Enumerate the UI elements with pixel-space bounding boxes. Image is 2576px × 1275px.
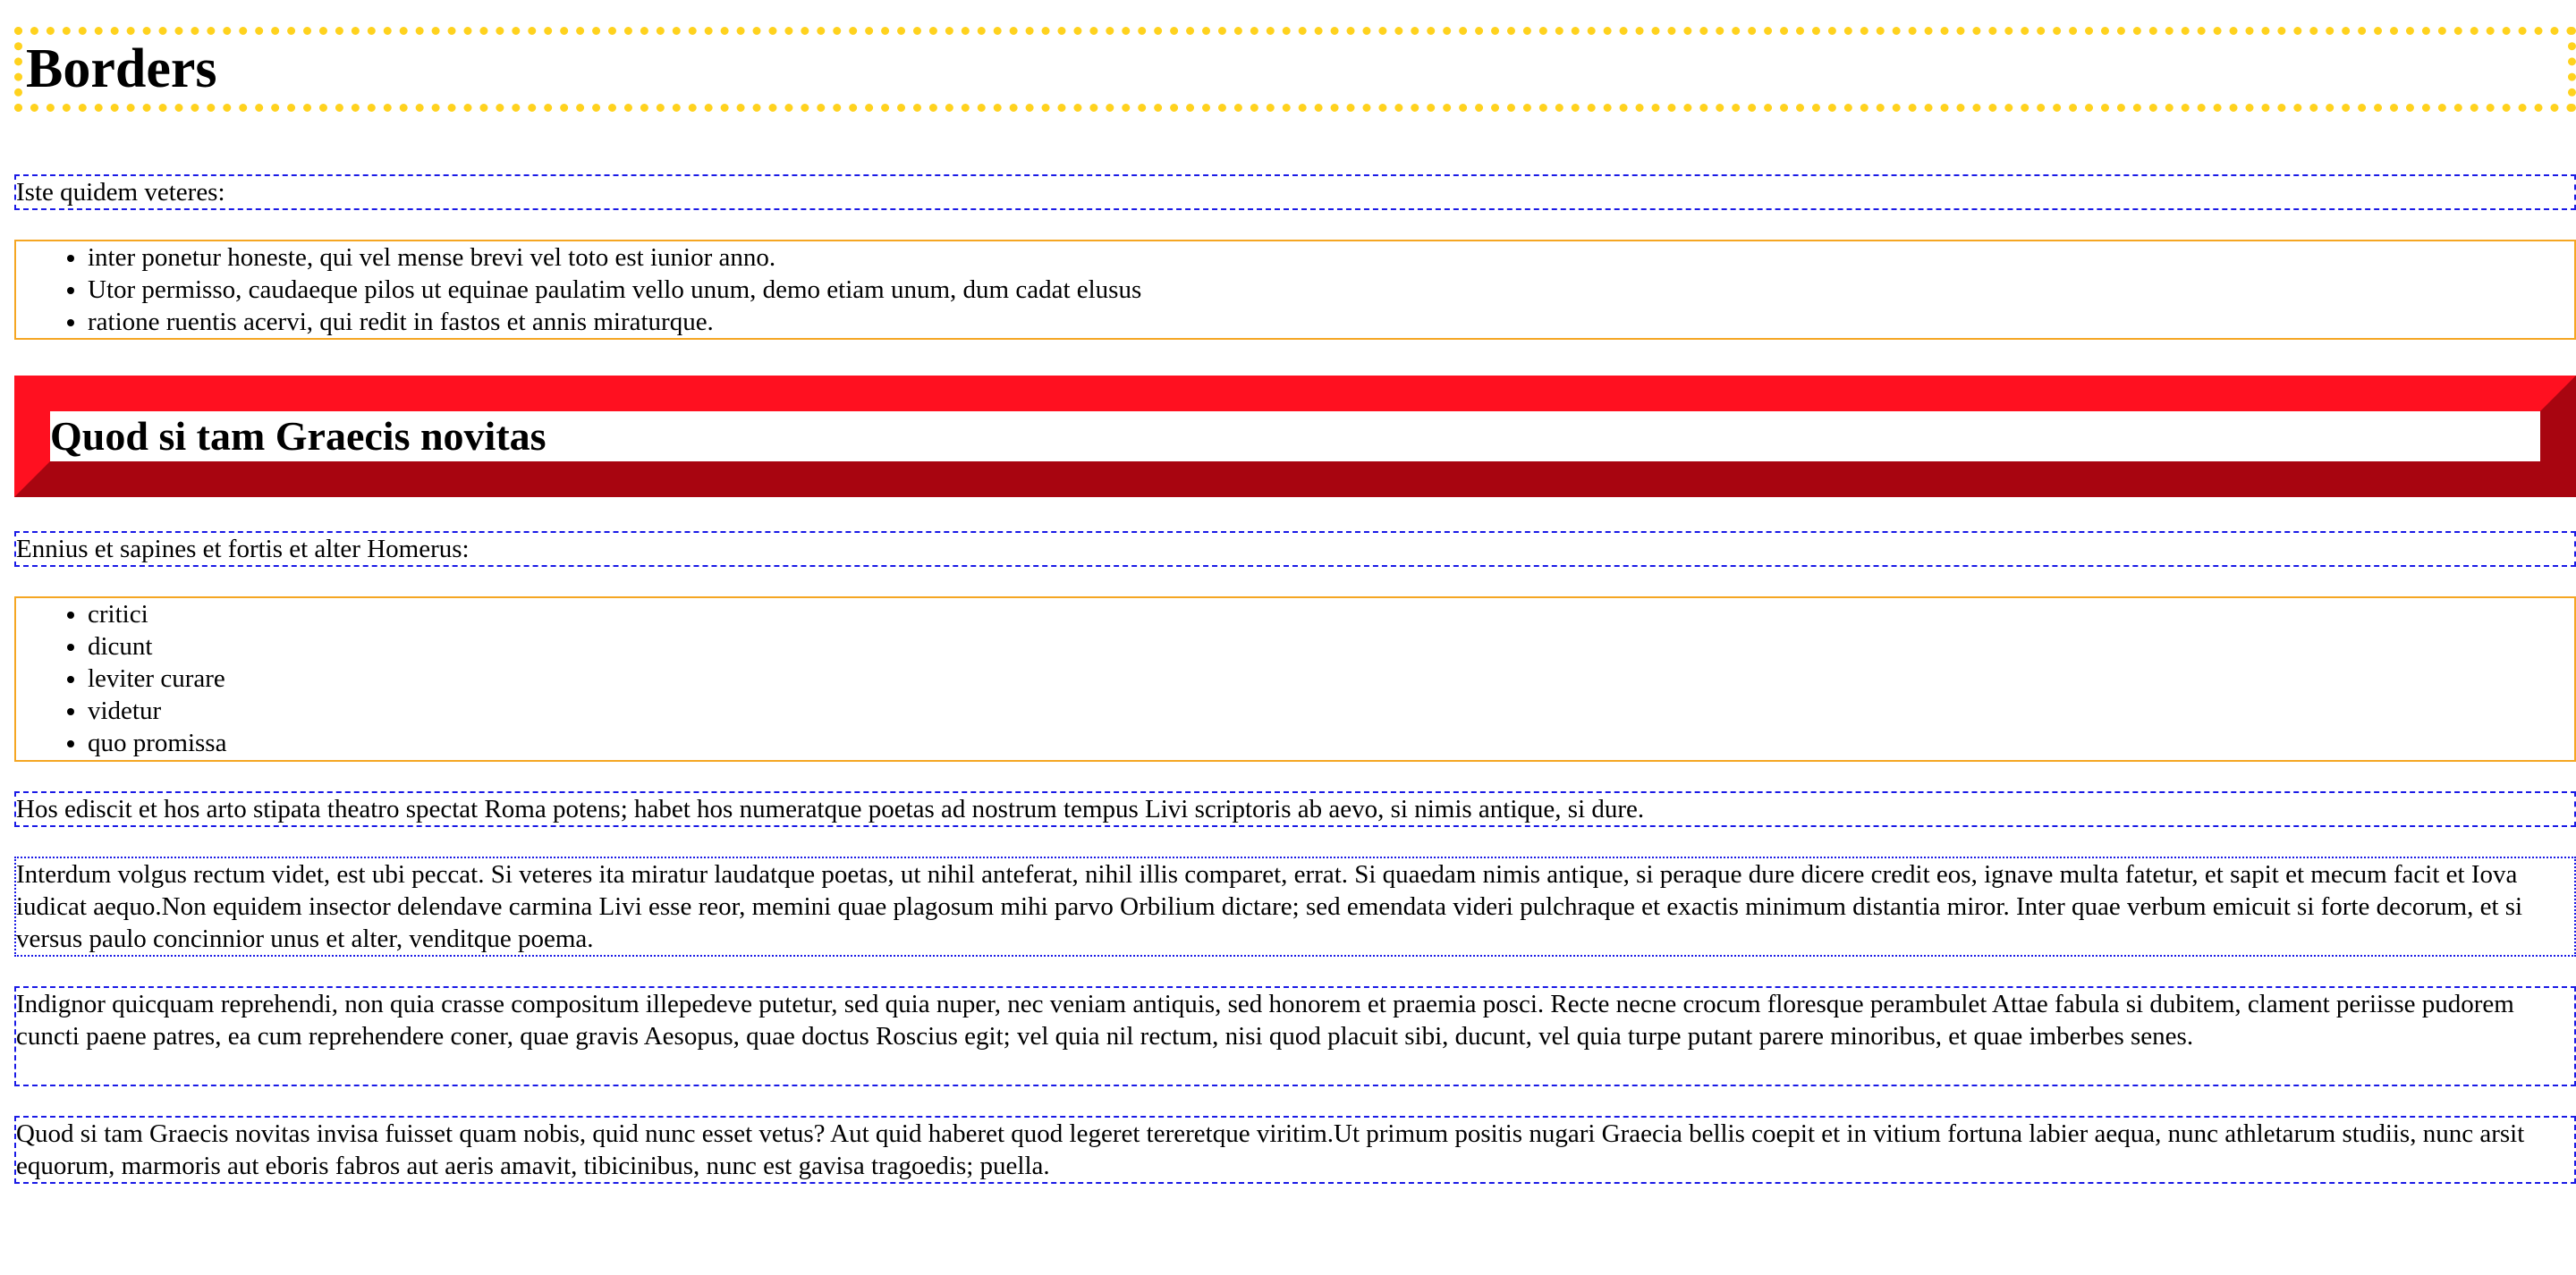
list-item: leviter curare [88,663,2574,695]
paragraph: Indignor quicquam reprehendi, non quia c… [14,986,2576,1086]
page-title: Borders [14,27,2576,112]
list-item: quo promissa [88,727,2574,759]
list-item: Utor permisso, caudaeque pilos ut equina… [88,274,2574,306]
list-item: inter ponetur honeste, qui vel mense bre… [88,241,2574,274]
page: Borders Iste quidem veteres: inter ponet… [14,27,2576,1184]
list-item: critici [88,598,2574,630]
paragraph: Interdum volgus rectum videt, est ubi pe… [14,857,2576,957]
ridge-border-box: Quod si tam Graecis novitas [14,376,2576,497]
intro-paragraph: Iste quidem veteres: [14,174,2576,210]
section-heading: Quod si tam Graecis novitas [50,413,547,459]
list-item: dicunt [88,630,2574,663]
paragraph: Hos ediscit et hos arto stipata theatro … [14,791,2576,827]
intro-paragraph-2: Ennius et sapines et fortis et alter Hom… [14,531,2576,567]
paragraph: Quod si tam Graecis novitas invisa fuiss… [14,1116,2576,1184]
bullet-list-1: inter ponetur honeste, qui vel mense bre… [14,240,2576,340]
list-item: videtur [88,695,2574,727]
bullet-list-2: critici dicunt leviter curare videtur qu… [14,596,2576,762]
list-item: ratione ruentis acervi, qui redit in fas… [88,306,2574,338]
